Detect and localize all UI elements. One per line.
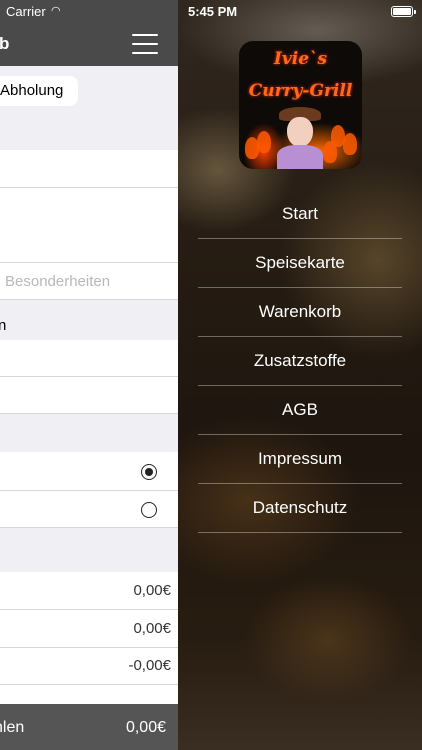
section-row: n: [0, 310, 178, 339]
price-value: 0,00€: [133, 582, 171, 599]
price-row-2: 0,00€: [0, 610, 178, 648]
form-field-5[interactable]: [0, 377, 178, 414]
price-value: -0,00€: [128, 657, 171, 674]
radio-selected-icon[interactable]: [141, 464, 157, 480]
logo-text-line1: Ivie`s: [273, 49, 328, 69]
menu-item-datenschutz[interactable]: Datenschutz: [198, 484, 402, 533]
section-row-label: n: [0, 317, 7, 334]
menu-item-zusatzstoffe[interactable]: Zusatzstoffe: [198, 337, 402, 386]
radio-row-2[interactable]: [0, 491, 178, 528]
menu-item-speisekarte[interactable]: Speisekarte: [198, 239, 402, 288]
checkout-total: 0,00€: [125, 719, 166, 736]
drawer-menu: Start Speisekarte Warenkorb Zusatzstoffe…: [198, 190, 402, 533]
order-screen: Carrier ◠ b Abholung Besonderheiten n 0,…: [0, 0, 178, 750]
checkout-bar[interactable]: hlen 0,00€: [0, 704, 178, 750]
side-drawer: 5:45 PM Ivie`s Curry-Grill Start Speisek…: [178, 0, 422, 750]
checkout-label: hlen: [0, 719, 25, 736]
price-row-4: [0, 685, 178, 704]
hamburger-menu-icon[interactable]: [132, 34, 158, 54]
wifi-icon: ◠: [51, 5, 61, 17]
price-value: 0,00€: [133, 620, 171, 637]
carrier-label: Carrier: [6, 4, 46, 19]
price-row-1: 0,00€: [0, 572, 178, 610]
remarks-placeholder: Besonderheiten: [5, 273, 111, 290]
form-field-2[interactable]: [0, 188, 178, 226]
status-time: 5:45 PM: [188, 4, 238, 19]
menu-item-agb[interactable]: AGB: [198, 386, 402, 435]
price-row-3: -0,00€: [0, 648, 178, 685]
radio-row-1[interactable]: [0, 452, 178, 491]
menu-item-impressum[interactable]: Impressum: [198, 435, 402, 484]
logo-face: [287, 117, 313, 147]
radio-unselected-icon[interactable]: [141, 502, 157, 518]
restaurant-logo: Ivie`s Curry-Grill: [239, 41, 362, 169]
page-title: b: [0, 34, 10, 53]
nav-bar: b: [0, 22, 178, 66]
battery-icon: [391, 6, 416, 17]
menu-item-warenkorb[interactable]: Warenkorb: [198, 288, 402, 337]
remarks-field[interactable]: Besonderheiten: [0, 263, 178, 300]
logo-text-line2: Curry-Grill: [248, 81, 353, 101]
pickup-option-button[interactable]: Abholung: [0, 76, 78, 106]
form-field-1[interactable]: [0, 150, 178, 188]
status-bar: Carrier ◠: [0, 0, 178, 22]
form-field-4[interactable]: [0, 340, 178, 377]
logo-body: [277, 145, 323, 169]
menu-item-start[interactable]: Start: [198, 190, 402, 239]
form-field-3[interactable]: [0, 225, 178, 263]
